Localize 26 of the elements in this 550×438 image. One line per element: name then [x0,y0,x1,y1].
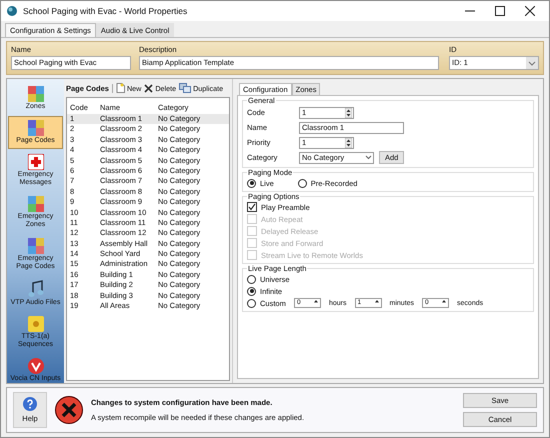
badge-icon [28,316,44,332]
radio-button[interactable] [247,298,256,308]
spinner-arrows-icon [345,108,352,118]
music-note-icon [28,280,44,298]
globe-icon [7,6,17,16]
chevron-icon [365,155,372,160]
help-icon [23,397,37,411]
tiles-icon [28,196,44,212]
radio-button[interactable] [247,178,256,188]
tiles-icon [28,86,44,102]
duplicate-icon [179,83,192,93]
medical-cross-icon [28,154,44,170]
radio-button[interactable] [247,286,256,296]
delete-icon [144,84,154,92]
radio-button[interactable] [247,274,256,284]
new-page-icon [116,83,125,93]
window-title: School Paging with Evac - World Properties [23,6,188,16]
radio-button[interactable] [298,178,307,188]
tiles-icon [28,238,44,254]
tiles-icon [28,120,44,136]
spinner-arrows-icon [345,138,352,148]
checkbox[interactable] [247,202,257,212]
maximize-icon[interactable] [495,6,505,16]
close-icon[interactable] [525,6,535,16]
input-icon [28,358,44,374]
error-icon [55,396,83,424]
